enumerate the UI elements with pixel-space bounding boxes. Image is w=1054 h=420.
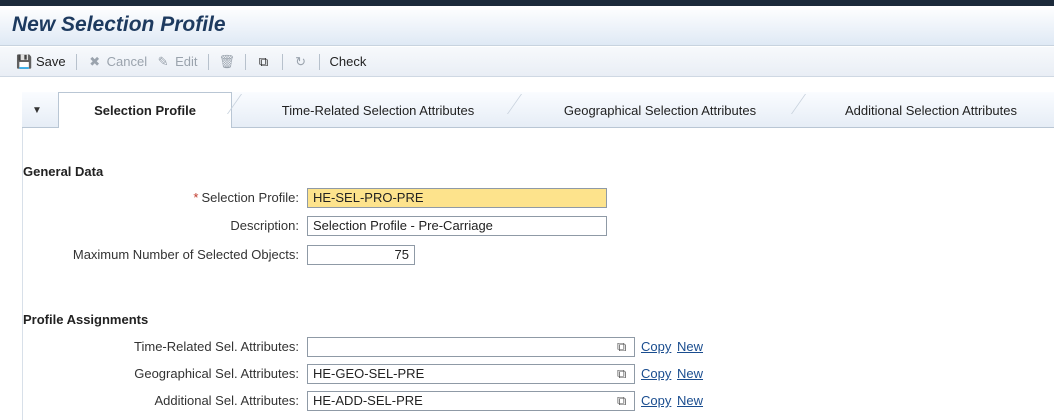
geographical-attributes-label: Geographical Sel. Attributes: xyxy=(134,366,299,381)
profile-assignments-heading: Profile Assignments xyxy=(23,312,149,327)
edit-button[interactable]: ✎ Edit xyxy=(151,54,201,70)
tab-time-related-selection-attributes[interactable]: Time-Related Selection Attributes xyxy=(244,92,512,128)
additional-attributes-input[interactable]: HE-ADD-SEL-PRE xyxy=(307,391,635,411)
new-link[interactable]: New xyxy=(677,339,703,354)
copy-link[interactable]: Copy xyxy=(641,393,671,408)
additional-attributes-label: Additional Sel. Attributes: xyxy=(154,393,299,408)
value-help-icon[interactable]: ⧉ xyxy=(617,366,626,382)
check-label: Check xyxy=(329,54,367,69)
time-related-attributes-label: Time-Related Sel. Attributes: xyxy=(134,339,299,354)
toolbar-separator xyxy=(75,53,77,70)
cancel-button[interactable]: ✖ Cancel xyxy=(83,54,151,70)
max-objects-label: Maximum Number of Selected Objects: xyxy=(72,247,299,262)
title-bar: New Selection Profile xyxy=(0,6,1054,46)
cancel-icon: ✖ xyxy=(89,53,101,69)
delete-button[interactable]: 🗑 xyxy=(215,54,239,70)
new-link[interactable]: New xyxy=(677,366,703,381)
cancel-label: Cancel xyxy=(106,54,148,69)
page-title: New Selection Profile xyxy=(12,13,226,36)
toolbar: 💾 Save ✖ Cancel ✎ Edit 🗑 ⧉ ↻ Check xyxy=(0,47,1054,77)
new-link[interactable]: New xyxy=(677,393,703,408)
time-related-attributes-input[interactable] xyxy=(307,337,635,357)
tab-geographical-selection-attributes[interactable]: Geographical Selection Attributes xyxy=(524,92,796,128)
max-objects-input[interactable]: 75 xyxy=(307,245,415,265)
trash-icon: 🗑 xyxy=(218,53,236,69)
save-icon: 💾 xyxy=(16,53,33,69)
tab-label: Geographical Selection Attributes xyxy=(563,102,757,118)
pencil-icon: ✎ xyxy=(157,53,169,69)
description-input[interactable]: Selection Profile - Pre-Carriage xyxy=(307,216,607,236)
refresh-icon: ↻ xyxy=(295,53,306,69)
chevron-down-icon: ▼ xyxy=(32,104,42,116)
edit-label: Edit xyxy=(175,54,198,69)
general-data-heading: General Data xyxy=(23,164,104,179)
tab-label: Selection Profile xyxy=(94,103,196,118)
refresh-button[interactable]: ↻ xyxy=(289,54,313,70)
tab-selection-profile[interactable]: Selection Profile xyxy=(58,92,232,129)
value-help-icon[interactable]: ⧉ xyxy=(617,393,626,409)
geographical-attributes-input[interactable]: HE-GEO-SEL-PRE xyxy=(307,364,635,384)
tab-label: Time-Related Selection Attributes xyxy=(281,102,475,118)
value-help-icon[interactable]: ⧉ xyxy=(617,339,626,355)
toolbar-separator xyxy=(207,53,209,70)
save-button[interactable]: 💾 Save xyxy=(12,54,70,70)
toolbar-separator xyxy=(244,53,246,70)
save-label: Save xyxy=(36,54,66,69)
copy-link[interactable]: Copy xyxy=(641,366,671,381)
tab-strip: ▼ Selection Profile Time-Related Selecti… xyxy=(22,92,1054,129)
tab-label: Additional Selection Attributes xyxy=(845,102,1017,118)
copy-icon: ⧉ xyxy=(258,53,269,69)
selection-profile-label: * Selection Profile: xyxy=(193,190,299,205)
selection-profile-input[interactable]: HE-SEL-PRO-PRE xyxy=(307,188,607,208)
description-label: Description: xyxy=(230,218,299,233)
tab-menu-dropdown[interactable]: ▼ xyxy=(22,92,52,128)
required-icon: * xyxy=(193,190,199,205)
tab-content: General Data * Selection Profile: HE-SEL-… xyxy=(22,128,1054,420)
copy-link[interactable]: Copy xyxy=(641,339,671,354)
toolbar-separator xyxy=(281,53,283,70)
tab-additional-selection-attributes[interactable]: Additional Selection Attributes xyxy=(808,92,1054,128)
copy-button[interactable]: ⧉ xyxy=(252,54,276,70)
check-button[interactable]: Check xyxy=(326,54,371,69)
toolbar-separator xyxy=(318,53,320,70)
